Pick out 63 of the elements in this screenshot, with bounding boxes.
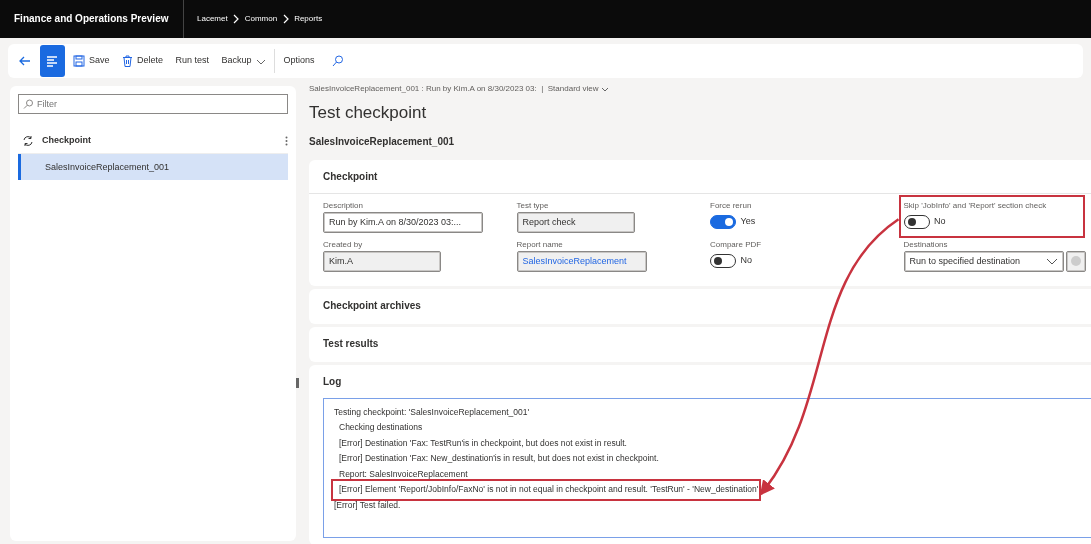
section-header[interactable]: Checkpoint (309, 159, 1091, 193)
breadcrumb-link[interactable]: Lacemet (197, 13, 228, 25)
backup-menu-button[interactable]: Backup (217, 52, 270, 70)
search-icon (23, 99, 33, 109)
text-field[interactable]: Kim.A (323, 250, 441, 272)
dropdown-field[interactable]: Run to specified destination (903, 250, 1064, 272)
separator: | (541, 83, 544, 95)
save-button[interactable]: Save (69, 52, 114, 70)
log-line: [Error] Test failed. (334, 498, 402, 512)
log-line: [Error] Element 'Report/JobInfo/FaxNo' is not in not equal in checkpoint and result. 'TestRun' - 'New_destination' (334, 482, 759, 498)
panel-toggle-button[interactable] (39, 45, 65, 77)
column-header[interactable]: Checkpoint (42, 133, 285, 148)
chevron-down-icon (600, 86, 609, 92)
view-selector[interactable]: Standard view (547, 83, 609, 95)
chevron-down-icon (255, 57, 266, 65)
field-label: Compare PDF (710, 238, 763, 251)
report-name-link[interactable]: SalesInvoiceReplacement (516, 250, 647, 272)
dropdown-value: Run to specified destination (909, 254, 1021, 268)
toggle-value: No (740, 254, 752, 268)
trash-icon (122, 55, 133, 67)
log-line: [Error] Destination 'Fax: TestRun'is in checkpoint, but does not exist in result. (338, 436, 628, 450)
breadcrumb-link[interactable]: Reports (294, 13, 323, 25)
text-field[interactable]: Report check (516, 211, 635, 233)
log-line: Report: SalesInvoiceReplacement (338, 467, 469, 481)
toggle-value: Yes (740, 215, 756, 229)
field-label: Force rerun (710, 199, 753, 212)
field-label: Description (323, 199, 364, 212)
field-label: Report name (516, 238, 564, 251)
field-label: Destinations (903, 238, 949, 251)
more-options-icon[interactable] (285, 135, 288, 146)
log-line: Checking destinations (338, 421, 424, 434)
back-arrow-icon (18, 55, 31, 67)
circle-icon (1069, 255, 1082, 268)
chevron-icon (232, 14, 241, 24)
log-line: [Error] Destination 'Fax: New_destination'is in result, but does not exist in checkpoint. (338, 452, 660, 465)
chevron-down-icon (1045, 257, 1058, 265)
record-context: SalesInvoiceReplacement_001 : Run by Kim.A on 8/30/2023 03: (309, 83, 537, 95)
toggle-value: No (934, 215, 946, 229)
field-label: Skip 'JobInfo' and 'Report' section check (903, 199, 1048, 212)
record-subtitle: SalesInvoiceReplacement_001 (309, 134, 456, 149)
section-header[interactable]: Log (309, 364, 1091, 398)
settings-button[interactable] (1065, 250, 1086, 272)
text-field[interactable]: Run by Kim.A on 8/30/2023 03:... (323, 211, 483, 233)
filter-field[interactable]: Filter (18, 94, 288, 114)
lines-icon (46, 54, 58, 68)
chevron-icon (281, 14, 290, 24)
toolbar-button[interactable]: Run test (171, 52, 214, 70)
section-header[interactable]: Checkpoint archives (309, 288, 1091, 322)
refresh-icon[interactable] (22, 134, 34, 147)
toolbar-button[interactable]: Options (279, 52, 319, 70)
delete-button[interactable]: Delete (118, 52, 168, 70)
log-textarea[interactable] (323, 397, 1091, 538)
list-row[interactable]: SalesInvoiceReplacement_001 (18, 154, 288, 180)
log-line: Testing checkpoint: 'SalesInvoiceReplacement_001' (334, 405, 531, 419)
splitter-handle[interactable] (296, 378, 299, 388)
app-title: Finance and Operations Preview (0, 0, 184, 38)
field-label: Created by (323, 238, 364, 251)
toggle-switch[interactable] (710, 215, 736, 229)
search-icon (331, 55, 344, 67)
breadcrumb-link[interactable]: Common (244, 13, 278, 25)
section-header[interactable]: Test results (309, 326, 1091, 360)
page-title: Test checkpoint (309, 102, 428, 124)
field-label: Test type (516, 199, 550, 212)
